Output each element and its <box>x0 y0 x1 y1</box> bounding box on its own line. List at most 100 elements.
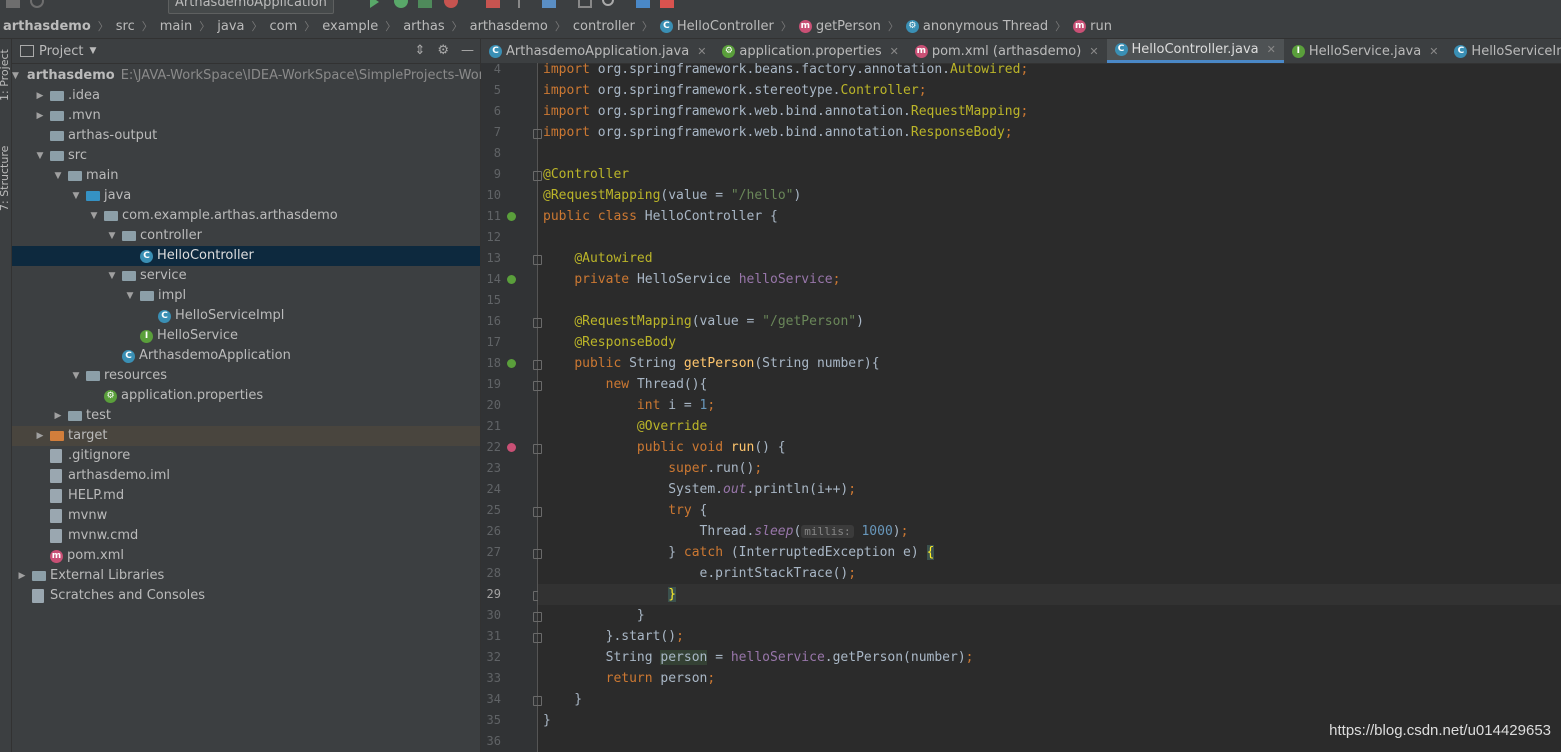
project-structure-icon[interactable] <box>542 0 556 8</box>
expand-arrow-icon[interactable]: ▼ <box>34 146 46 166</box>
tree-item[interactable]: m pom.xml <box>12 546 480 566</box>
code-line: @Override <box>543 416 707 437</box>
collapse-arrow-icon[interactable]: ▶ <box>52 406 64 426</box>
tree-item[interactable]: .gitignore <box>12 446 480 466</box>
tree-item[interactable]: ▼ src <box>12 146 480 166</box>
expand-arrow-icon[interactable]: ▼ <box>106 266 118 286</box>
spring-bean-icon[interactable] <box>507 212 516 221</box>
tree-item[interactable]: ▼ com.example.arthas.arthasdemo <box>12 206 480 226</box>
breadcrumb-item[interactable]: C HelloController <box>659 19 774 34</box>
tree-item-label: java <box>104 188 132 203</box>
code-line: @RequestMapping(value = "/getPerson") <box>543 311 864 332</box>
tree-item[interactable]: HELP.md <box>12 486 480 506</box>
expand-arrow-icon[interactable]: ▼ <box>52 166 64 186</box>
tree-item[interactable]: C HelloController <box>12 246 480 266</box>
collapse-arrow-icon[interactable]: ▶ <box>34 106 46 126</box>
tree-item[interactable]: ▼ arthasdemo E:\JAVA-WorkSpace\IDEA-WorkSp… <box>12 66 498 86</box>
structure-tool-button[interactable]: 7: Structure <box>0 131 12 211</box>
editor-tab[interactable]: CHelloServiceImpl.java✕ <box>1446 39 1561 63</box>
plugin-icon[interactable] <box>636 0 650 8</box>
editor-tab[interactable]: C ArthasdemoApplication.java ✕ <box>481 39 714 63</box>
tree-item[interactable]: ▶ .mvn <box>12 106 480 126</box>
debug-icon[interactable] <box>394 0 408 8</box>
tree-item[interactable]: ▶ test <box>12 406 480 426</box>
coverage-icon[interactable] <box>418 0 432 8</box>
tree-item[interactable]: mvnw <box>12 506 480 526</box>
editor-tab[interactable]: ⚙ application.properties ✕ <box>714 39 906 63</box>
breadcrumb-item[interactable]: arthas <box>403 19 444 34</box>
breadcrumb-item[interactable]: main <box>160 19 192 34</box>
breadcrumb-item[interactable]: arthasdemo <box>470 19 548 34</box>
editor-tab[interactable]: m pom.xml (arthasdemo) ✕ <box>907 39 1107 63</box>
build-icon[interactable] <box>518 0 526 8</box>
collapse-arrow-icon[interactable]: ▶ <box>34 426 46 446</box>
sync-icon[interactable] <box>30 0 44 8</box>
editor-tab[interactable]: I HelloService.java ✕ <box>1284 39 1447 63</box>
project-view-title[interactable]: Project <box>39 44 83 59</box>
tree-item[interactable]: arthasdemo.iml <box>12 466 480 486</box>
override-method-icon[interactable] <box>507 443 516 452</box>
tree-item[interactable]: ▼ resources <box>12 366 480 386</box>
expand-arrow-icon[interactable]: ▼ <box>12 66 19 86</box>
close-icon[interactable]: ✕ <box>1089 45 1098 58</box>
tree-item[interactable]: C HelloServiceImpl <box>12 306 480 326</box>
tree-item[interactable]: ▼ java <box>12 186 480 206</box>
chevron-down-icon[interactable]: ▼ <box>89 46 96 56</box>
vcs-icon[interactable] <box>578 0 592 8</box>
code-editor[interactable]: import org.springframework.beans.factory… <box>538 63 1561 752</box>
expand-arrow-icon[interactable]: ▼ <box>106 226 118 246</box>
close-icon[interactable]: ✕ <box>1267 43 1276 56</box>
line-number: 32 <box>486 650 501 664</box>
expand-arrow-icon[interactable]: ▼ <box>70 186 82 206</box>
tree-item[interactable]: Scratches and Consoles <box>12 586 480 606</box>
expand-arrow-icon[interactable]: ▼ <box>70 366 82 386</box>
breadcrumb-item[interactable]: example <box>322 19 378 34</box>
stop-icon[interactable] <box>486 0 500 8</box>
save-icon[interactable] <box>6 0 20 8</box>
editor-tab[interactable]: C HelloController.java ✕ <box>1106 39 1284 63</box>
breadcrumb-item[interactable]: com <box>269 19 297 34</box>
breadcrumb-item[interactable]: arthasdemo <box>0 19 91 34</box>
hide-panel-icon[interactable]: — <box>461 43 474 58</box>
tree-item[interactable]: ▶ External Libraries <box>12 566 480 586</box>
tree-item[interactable]: ▼ controller <box>12 226 480 246</box>
collapse-arrow-icon[interactable]: ▶ <box>16 566 28 586</box>
breadcrumb-label: getPerson <box>815 18 881 34</box>
run-icon[interactable] <box>370 0 379 8</box>
spring-mapping-icon[interactable] <box>507 359 516 368</box>
close-icon[interactable]: ✕ <box>1429 45 1438 58</box>
tree-item[interactable]: I HelloService <box>12 326 480 346</box>
run-configuration-select[interactable]: ArthasdemoApplication <box>168 0 334 14</box>
collapse-all-icon[interactable]: ⇕ <box>414 43 425 58</box>
tree-item[interactable]: ▼ service <box>12 266 480 286</box>
tree-item[interactable]: ⚙ application.properties <box>12 386 480 406</box>
project-tool-button[interactable]: 1: Project <box>0 41 12 101</box>
plugin-red-icon[interactable] <box>660 0 674 8</box>
tree-item[interactable]: ▶ .idea <box>12 86 480 106</box>
breadcrumb-item[interactable]: src <box>116 19 135 34</box>
tree-item[interactable]: C ArthasdemoApplication <box>12 346 480 366</box>
tree-item-label: controller <box>140 228 203 243</box>
breadcrumb-item[interactable]: java <box>217 19 244 34</box>
tree-item[interactable]: ▼ main <box>12 166 480 186</box>
tree-item-label: arthas-output <box>68 128 158 143</box>
tree-item[interactable]: ▼ impl <box>12 286 480 306</box>
breadcrumb-item[interactable]: ⚙ anonymous Thread <box>905 19 1048 34</box>
spring-autowired-icon[interactable] <box>507 275 516 284</box>
breadcrumb-item[interactable]: m run <box>1073 19 1112 34</box>
tree-item[interactable]: arthas-output <box>12 126 480 146</box>
breadcrumb-item[interactable]: m getPerson <box>798 18 881 34</box>
tree-item[interactable]: mvnw.cmd <box>12 526 480 546</box>
close-icon[interactable]: ✕ <box>890 45 899 58</box>
search-everywhere-icon[interactable] <box>602 0 614 6</box>
gear-icon[interactable]: ⚙ <box>437 43 449 58</box>
code-token: @RequestMapping <box>574 314 692 329</box>
expand-arrow-icon[interactable]: ▼ <box>88 206 100 226</box>
breadcrumb-item[interactable]: controller <box>573 19 635 34</box>
back-icon[interactable] <box>86 0 100 8</box>
tree-item[interactable]: ▶ target <box>12 426 480 446</box>
profile-icon[interactable] <box>444 0 458 8</box>
collapse-arrow-icon[interactable]: ▶ <box>34 86 46 106</box>
close-icon[interactable]: ✕ <box>697 45 706 58</box>
expand-arrow-icon[interactable]: ▼ <box>124 286 136 306</box>
